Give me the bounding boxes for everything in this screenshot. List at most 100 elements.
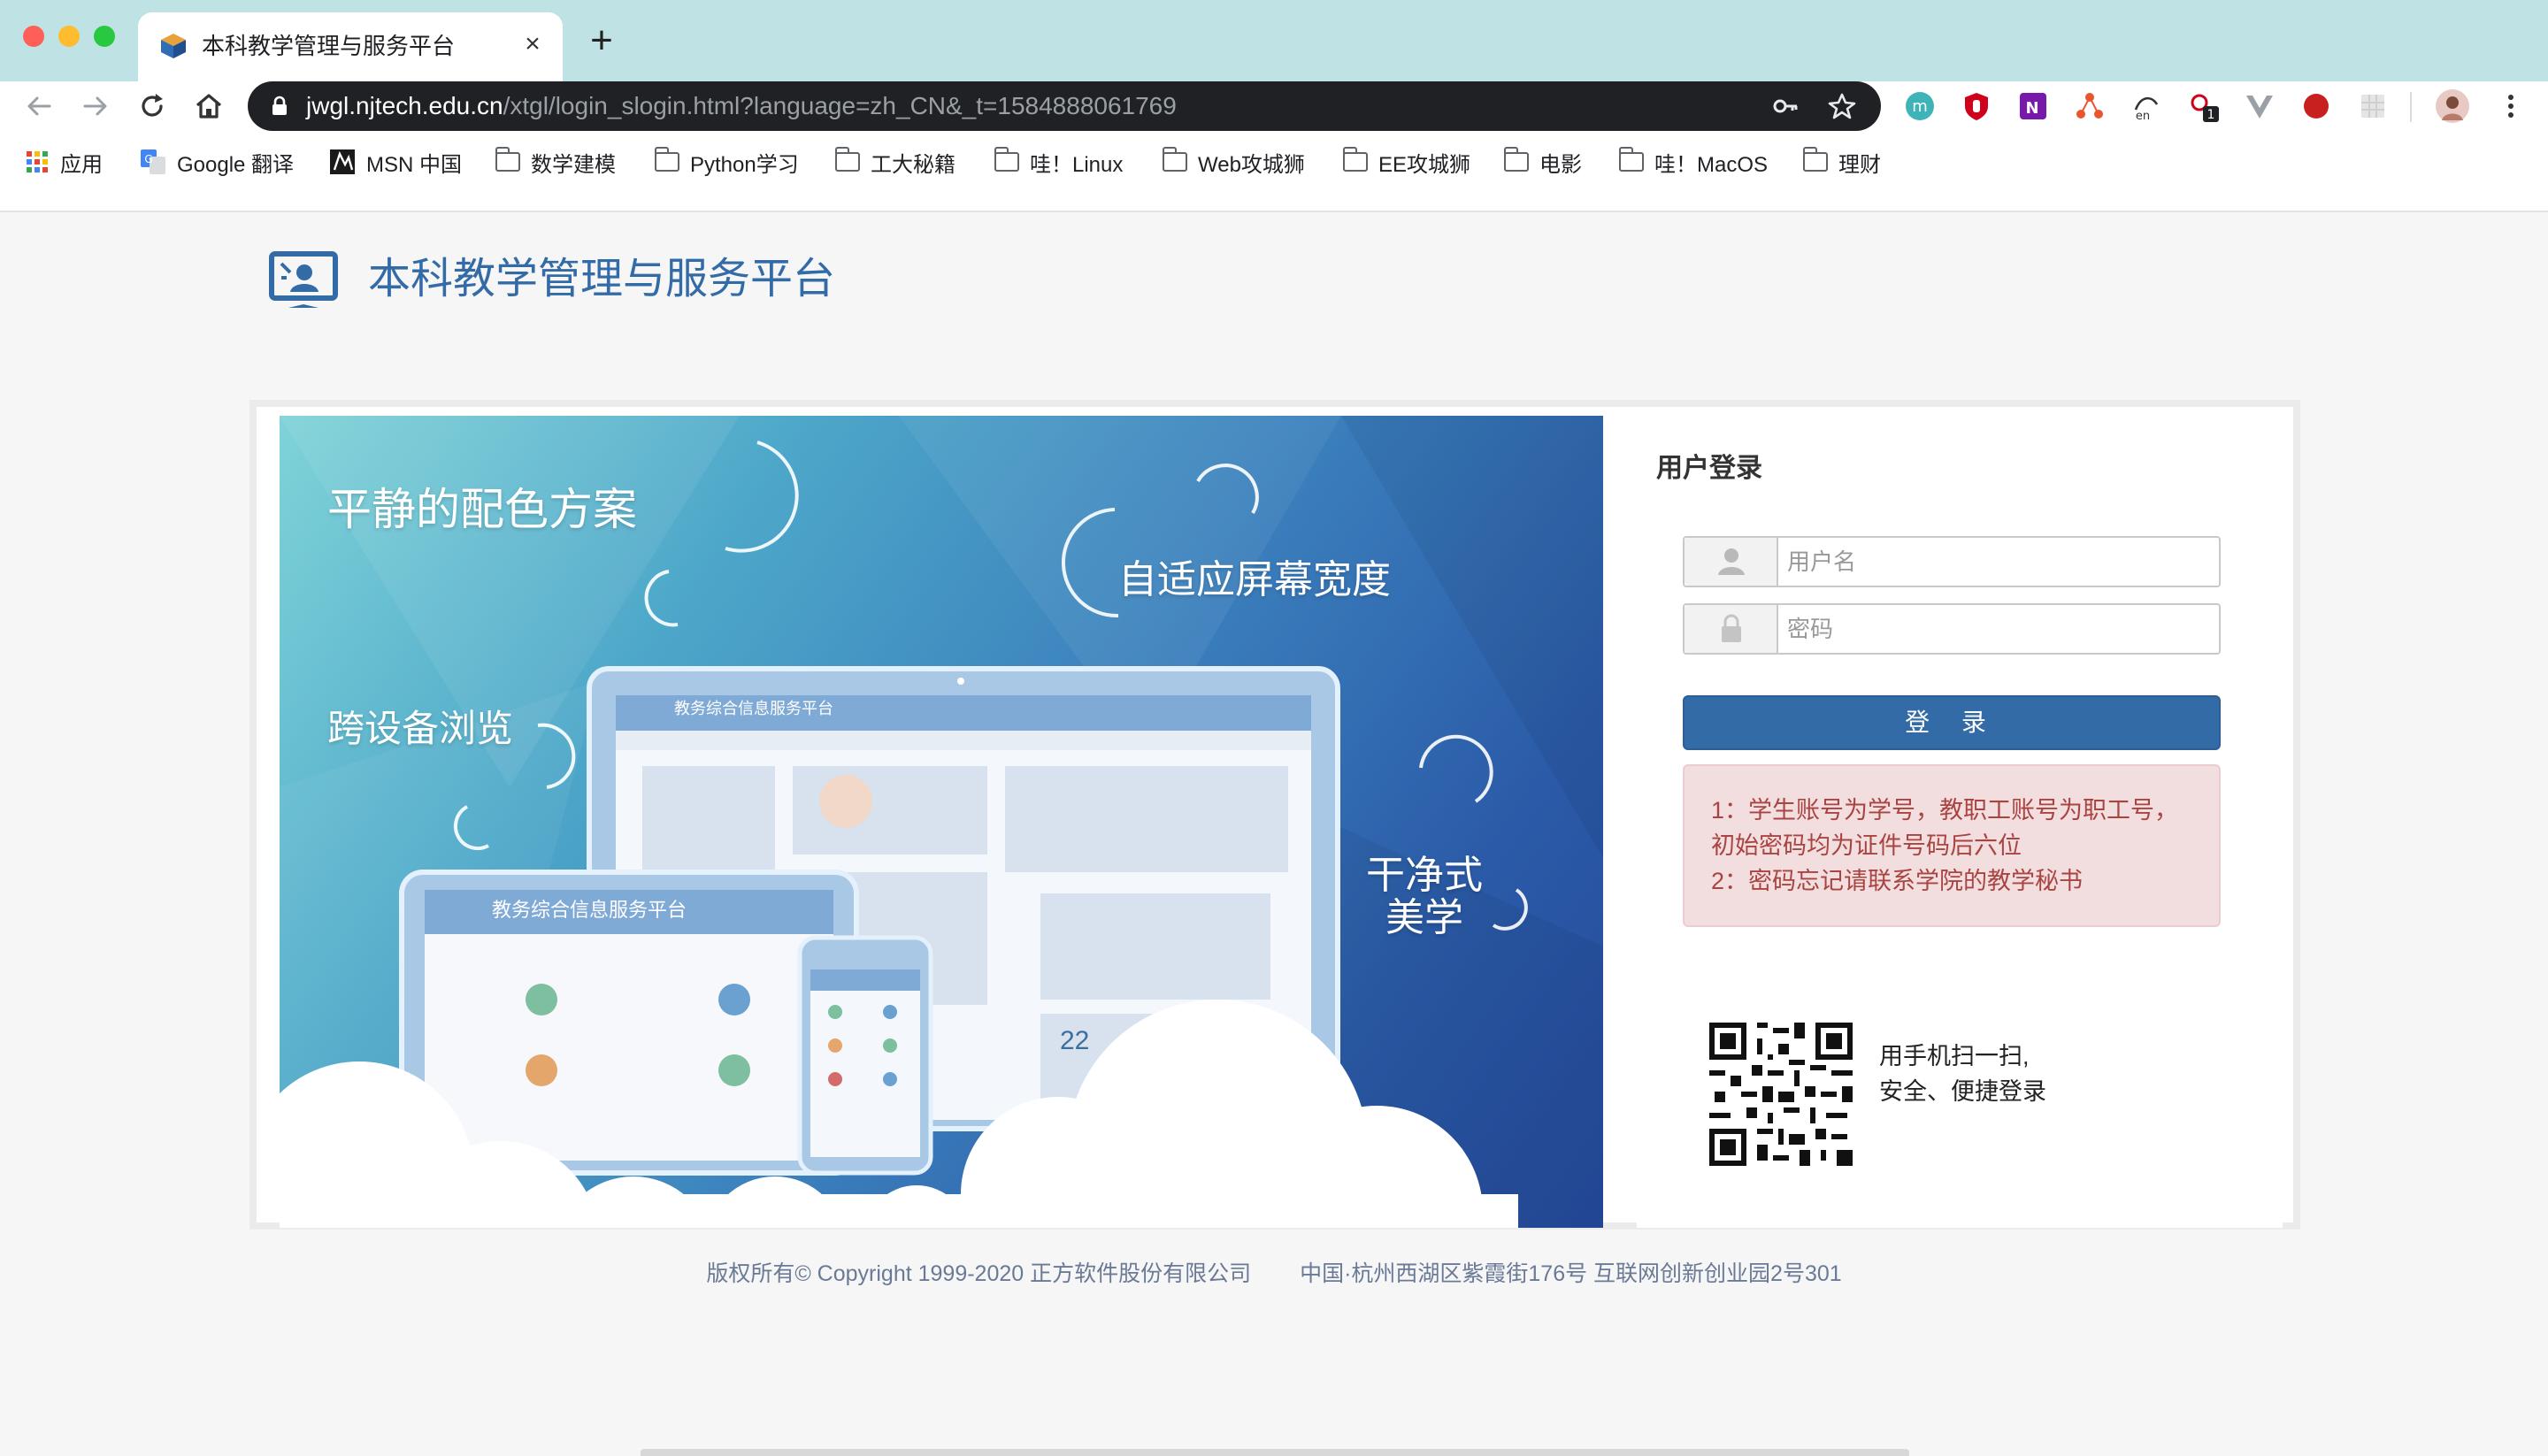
notification-extension-icon[interactable]: 1 — [2187, 90, 2219, 122]
bookmark-folder-math-modeling[interactable]: 数学建模 — [495, 143, 616, 180]
login-button[interactable]: 登 录 — [1683, 695, 2221, 750]
msn-icon — [330, 149, 355, 174]
bookmark-folder-njtech-secrets[interactable]: 工大秘籍 — [834, 143, 956, 180]
bookmark-msn[interactable]: MSN 中国 — [329, 143, 462, 180]
bookmark-folder-movies[interactable]: 电影 — [1503, 143, 1582, 180]
username-addon — [1685, 538, 1778, 586]
extension-teal-icon[interactable]: m — [1904, 90, 1936, 122]
lock-icon[interactable] — [271, 96, 288, 117]
url-text[interactable]: jwgl.njtech.edu.cn/xtgl/login_slogin.htm… — [306, 90, 1177, 122]
bookmark-folder-web[interactable]: Web攻城狮 — [1162, 143, 1305, 180]
banner-illustration — [280, 416, 1603, 1228]
extension-badge: 1 — [2207, 108, 2215, 122]
red-circle-extension-icon[interactable] — [2300, 90, 2332, 122]
grid-extension-icon[interactable] — [2357, 90, 2389, 122]
new-tab-button[interactable]: + — [584, 21, 619, 60]
footer-copyright: 版权所有© Copyright 1999-2020 正方软件股份有限公司 — [706, 1261, 1252, 1286]
page-footer: 版权所有© Copyright 1999-2020 正方软件股份有限公司 中国·… — [0, 1256, 2548, 1291]
svg-text:N: N — [2025, 99, 2038, 118]
banner-slogan-responsive: 自适应屏幕宽度 — [1118, 558, 1391, 602]
password-addon — [1685, 605, 1778, 653]
bookmark-folder-finance[interactable]: 理财 — [1802, 143, 1881, 180]
onenote-icon[interactable]: N — [2017, 90, 2049, 122]
bookmark-label: 电影 — [1539, 152, 1582, 177]
reload-icon[interactable] — [136, 90, 168, 122]
bookmark-label: 工大秘籍 — [871, 152, 956, 177]
apps-grid-icon — [27, 151, 48, 172]
ublock-shield-icon[interactable] — [1961, 90, 1992, 122]
bookmark-folder-python[interactable]: Python学习 — [654, 143, 799, 180]
profile-avatar[interactable] — [2435, 88, 2470, 124]
username-input[interactable] — [1787, 538, 2212, 586]
mock-portal-title: 教务综合信息服务平台 — [674, 700, 833, 717]
vue-devtools-icon[interactable] — [2244, 90, 2276, 122]
forward-arrow-icon[interactable] — [80, 90, 111, 122]
bookmark-star-icon[interactable] — [1828, 92, 1856, 120]
home-icon[interactable] — [193, 90, 225, 122]
login-notice: 1：学生账号为学号，教职工账号为职工号，初始密码均为证件号码后六位 2：密码忘记… — [1683, 764, 2221, 927]
password-input[interactable] — [1787, 605, 2212, 653]
google-translate-icon: G — [141, 149, 165, 174]
notice-line-password: 2：密码忘记请联系学院的教学秘书 — [1711, 868, 2084, 894]
banner-slogan-aesthetics: 美学 — [1385, 896, 1463, 939]
qr-code — [1704, 1017, 1858, 1171]
svg-text:en: en — [2136, 110, 2150, 122]
password-field[interactable] — [1683, 603, 2221, 655]
promo-banner: 平静的配色方案 自适应屏幕宽度 跨设备浏览 干净式 美学 教务综合信息服务平台 … — [280, 416, 1603, 1228]
browser-tab-active[interactable]: 本科教学管理与服务平台 × — [138, 12, 563, 81]
mock-portal-title-tablet: 教务综合信息服务平台 — [492, 899, 687, 921]
bookmark-label: MSN 中国 — [366, 152, 462, 177]
bookmark-label: Google 翻译 — [177, 152, 295, 177]
back-arrow-icon[interactable] — [23, 90, 55, 122]
bookmark-folder-ee[interactable]: EE攻城狮 — [1342, 143, 1471, 180]
page-bottom-edge — [641, 1449, 1909, 1456]
bookmark-apps[interactable]: 应用 — [25, 143, 103, 180]
key-icon[interactable] — [1771, 92, 1800, 120]
translate-en-icon[interactable]: en — [2130, 90, 2162, 122]
address-bar[interactable]: jwgl.njtech.edu.cn/xtgl/login_slogin.htm… — [248, 81, 1881, 131]
bookmark-folder-macos[interactable]: 哇！MacOS — [1618, 143, 1769, 180]
bookmark-google-translate[interactable]: G Google 翻译 — [140, 143, 294, 180]
login-title: 用户登录 — [1656, 454, 1762, 483]
tab-close-icon[interactable]: × — [517, 28, 549, 60]
more-menu-icon[interactable] — [2495, 90, 2527, 122]
lock-icon — [1722, 614, 1741, 642]
folder-icon — [1802, 147, 1828, 172]
bookmark-label: 哇！Linux — [1030, 152, 1124, 177]
maximize-window-button[interactable] — [94, 26, 115, 47]
svg-text:G: G — [144, 153, 152, 165]
folder-icon — [994, 147, 1019, 172]
folder-icon — [1503, 147, 1529, 172]
folder-icon — [1342, 147, 1368, 172]
browser-titlebar: 本科教学管理与服务平台 × + — [0, 0, 2548, 81]
folder-icon — [495, 147, 520, 172]
bookmark-label: 理财 — [1838, 152, 1881, 177]
tab-title: 本科教学管理与服务平台 — [202, 33, 456, 59]
qr-caption-line-1: 用手机扫一扫, — [1879, 1043, 2030, 1069]
login-panel: 用户登录 登 录 1：学生账号为学号，教职工账号为职工号，初始密码均为证件号码 — [1637, 416, 2283, 1228]
banner-slogan-calm-colors: 平静的配色方案 — [327, 485, 637, 534]
site-logo — [269, 251, 338, 308]
bookmarks-bar: 应用 G Google 翻译 MSN 中国 数学建模 Python学习 工大秘籍… — [0, 143, 2548, 180]
footer-address: 中国·杭州西湖区紫霞街176号 互联网创新创业园2号301 — [1300, 1261, 1842, 1286]
banner-slogan-cross-device: 跨设备浏览 — [327, 708, 514, 749]
notice-line-account: 1：学生账号为学号，教职工账号为职工号，初始密码均为证件号码后六位 — [1711, 797, 2179, 859]
page-title: 本科教学管理与服务平台 — [368, 256, 836, 303]
login-card: 平静的配色方案 自适应屏幕宽度 跨设备浏览 干净式 美学 教务综合信息服务平台 … — [249, 400, 2300, 1230]
bookmark-label: 哇！MacOS — [1654, 152, 1769, 177]
share-nodes-icon[interactable] — [2074, 90, 2106, 122]
folder-icon — [1618, 147, 1644, 172]
folder-icon — [654, 147, 679, 172]
minimize-window-button[interactable] — [58, 26, 80, 47]
close-window-button[interactable] — [23, 26, 44, 47]
site-favicon-icon — [161, 34, 186, 58]
bookmark-label: 数学建模 — [531, 152, 616, 177]
qr-caption: 用手机扫一扫, 安全、便捷登录 — [1879, 1038, 2046, 1109]
user-icon — [1718, 548, 1745, 575]
bookmark-folder-linux[interactable]: 哇！Linux — [994, 143, 1123, 180]
url-path: /xtgl/login_slogin.html?language=zh_CN&_… — [503, 92, 1177, 119]
bookmark-label: Python学习 — [690, 152, 799, 177]
bookmark-label: EE攻城狮 — [1378, 152, 1471, 177]
folder-icon — [834, 147, 860, 172]
username-field[interactable] — [1683, 536, 2221, 587]
